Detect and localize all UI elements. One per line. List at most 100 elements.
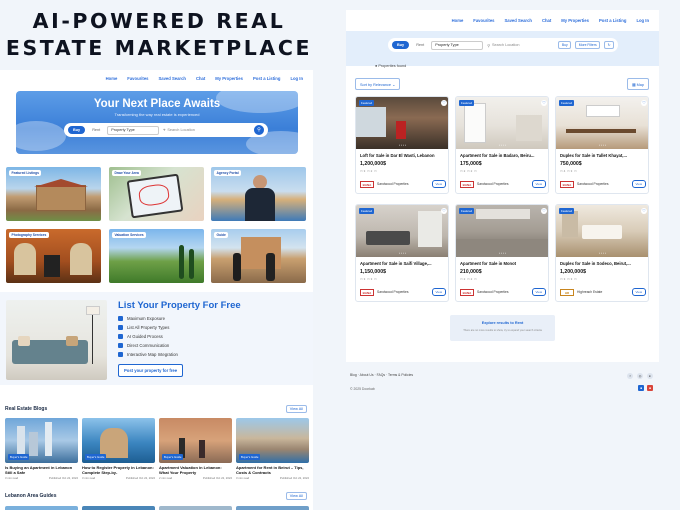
tile-label: Featured Listings [9,170,42,176]
buy-filter-chip[interactable]: Buy [558,40,572,50]
blog-date: Published Oct 22, 2022 [279,476,309,480]
tile-photography[interactable]: Photography Services [6,229,101,283]
hero-subtitle: Transforming the way real estate is expe… [114,111,200,117]
tile-label: Draw Your Area [112,170,142,176]
property-price: 1,200,000$ [360,161,386,167]
blog-card[interactable]: Buyer's Guide How to Register Property i… [82,418,155,484]
rent-toggle[interactable]: Rent [413,41,427,49]
property-card[interactable]: Featured ♡ •••• Apartment for Sale in Ba… [455,96,549,194]
guide-card[interactable] [82,506,155,510]
lebanon-flag-icon[interactable]: ■ [647,385,653,391]
guide-card[interactable] [5,506,78,510]
footer-links[interactable]: Blog · About Us · FAQs · Terms & Policie… [350,373,413,377]
favorite-heart-icon[interactable]: ♡ [641,100,647,106]
nav-home[interactable]: Home [106,76,118,81]
nav-login[interactable]: Log In [636,18,649,23]
property-card[interactable]: Featured ♡ •••• Duplex for Sale in Talle… [555,96,649,194]
property-photo: Featured ♡ •••• [356,97,448,149]
favorite-heart-icon[interactable]: ♡ [441,208,447,214]
tile-featured-listings[interactable]: Featured Listings [6,167,101,221]
map-button[interactable]: ▦ Map [626,78,649,90]
explore-rent-box[interactable]: Explore results to Rent There are no mor… [450,315,555,341]
guide-card[interactable] [236,506,309,510]
property-card[interactable]: Featured ♡ •••• Apartment for Sale in Mo… [455,204,549,302]
carousel-dots: •••• [398,251,408,255]
property-type-select[interactable]: Property Type [431,40,484,50]
tile-valuation[interactable]: Valuation Services [109,229,204,283]
featured-badge: Featured [559,208,575,214]
tile-draw-area[interactable]: Draw Your Area [109,167,204,221]
blog-tag: Buyer's Guide [8,454,30,460]
location-input[interactable]: ⌖ Search Location [163,128,250,132]
feature-item: Direct Communication [118,343,169,348]
map-pin-icon [118,352,123,357]
blog-card[interactable]: Buyer's Guide Is Buying an Apartment in … [5,418,78,484]
property-price: 175,000$ [460,161,482,167]
property-card[interactable]: Featured ♡ •••• Duplex for Sale in Sodec… [555,204,649,302]
nav-post-listing[interactable]: Post a Listing [253,76,280,81]
view-button[interactable]: View [531,180,546,188]
living-room-image [6,300,107,380]
more-filters-button[interactable]: More Filters [575,40,601,50]
view-button[interactable]: View [631,288,646,296]
property-card[interactable]: Featured ♡ •••• Apartment for Sale in Sa… [355,204,449,302]
nav-saved-search[interactable]: Saved Search [504,18,531,23]
rent-toggle[interactable]: Rent [89,126,103,134]
property-photo: Featured ♡ •••• [356,205,448,257]
exposure-icon [118,316,123,321]
list-property-title: List Your Property For Free [118,300,241,311]
nav-favourites[interactable]: Favourites [127,76,148,81]
blog-card[interactable]: Buyer's Guide Apartment Valuation in Leb… [159,418,232,484]
guides-view-all[interactable]: View All [285,492,307,500]
nav-home[interactable]: Home [452,18,464,23]
blog-card[interactable]: Buyer's Guide Apartment for Rent in Beir… [236,418,309,484]
nav-chat[interactable]: Chat [196,76,205,81]
list-property-section: List Your Property For Free Maximum Expo… [0,292,313,385]
instagram-icon[interactable]: ◎ [637,373,643,379]
facebook-icon[interactable]: f [627,373,633,379]
nav-saved-search[interactable]: Saved Search [158,76,185,81]
sort-dropdown[interactable]: Sort by Relevance ⌄ [355,78,401,90]
property-card[interactable]: Featured ♡ •••• Loft for Sale in Dar El … [355,96,449,194]
blog-title: Apartment Valuation in Lebanon: What You… [159,465,222,475]
nav-login[interactable]: Log In [290,76,303,81]
view-button[interactable]: View [531,288,546,296]
blogs-view-all[interactable]: View All [285,405,307,413]
nav-my-properties[interactable]: My Properties [561,18,589,23]
headline: AI-POWERED REAL ESTATE MARKETPLACE [0,8,318,62]
nav-chat[interactable]: Chat [542,18,551,23]
nav-my-properties[interactable]: My Properties [215,76,243,81]
search-icon: ⚲ [257,127,261,133]
location-input[interactable]: ⚲ Search Location [487,43,554,48]
refresh-icon[interactable]: ↻ [604,40,614,50]
nav-post-listing[interactable]: Post a Listing [599,18,626,23]
property-specs-icons: ▭ 3 ▭ 2 ▭ [360,168,377,173]
view-button[interactable]: View [431,180,446,188]
guide-card[interactable] [159,506,232,510]
explore-title: Explore results to Rent [481,321,524,325]
favorite-heart-icon[interactable]: ♡ [641,208,647,214]
featured-badge: Featured [359,208,375,214]
buy-toggle[interactable]: Buy [68,126,86,134]
post-property-button[interactable]: Post your property for free [118,364,184,377]
agency-name: Sandwood Properties [577,182,609,187]
nav-favourites[interactable]: Favourites [473,18,494,23]
tile-label: Valuation Services [112,232,147,238]
favorite-heart-icon[interactable]: ♡ [541,100,547,106]
favorite-heart-icon[interactable]: ♡ [541,208,547,214]
buy-toggle[interactable]: Buy [392,41,410,49]
view-button[interactable]: View [631,180,646,188]
search-button[interactable]: ⚲ [254,125,264,135]
tile-label: Agency Portal [214,170,242,176]
agency-logo: BANA [360,288,374,296]
favorite-heart-icon[interactable]: ♡ [441,100,447,106]
social-links: f ◎ in [627,373,653,379]
view-button[interactable]: View [431,288,446,296]
agency-row: BANA Sandwood Properties View [360,180,446,188]
found-label: Properties found [378,64,407,68]
english-flag-icon[interactable]: ■ [638,385,645,391]
tile-agency-portal[interactable]: Agency Portal [211,167,306,221]
tile-guide[interactable]: Guide [211,229,306,283]
linkedin-icon[interactable]: in [647,373,653,379]
property-type-select[interactable]: Property Type [107,125,160,135]
